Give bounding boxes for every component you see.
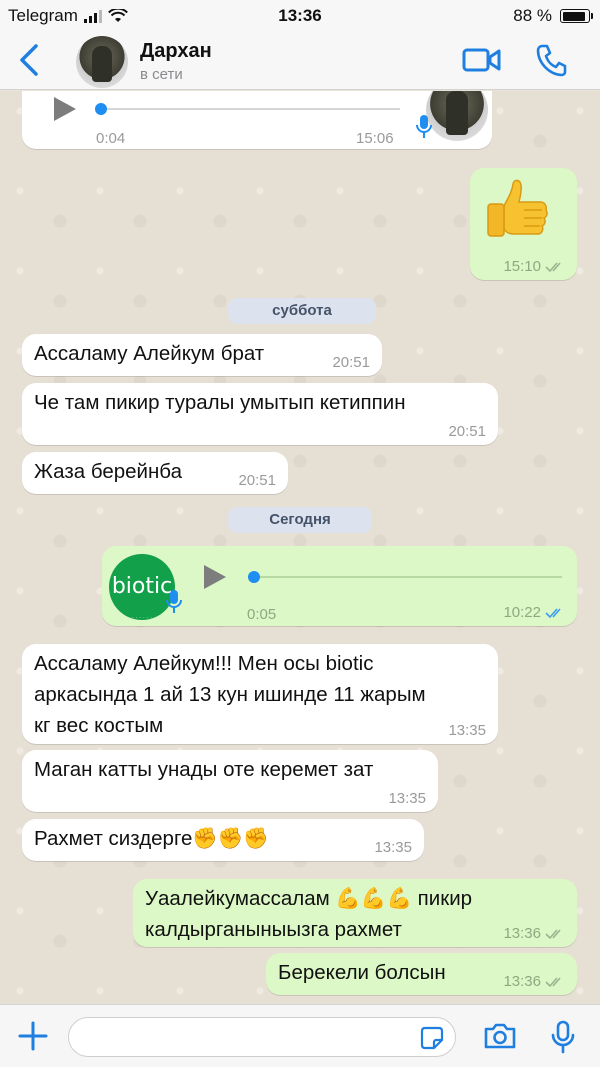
voice-call-button[interactable] [535, 43, 567, 82]
message-text: Че там пикир туралы умытып кетиппин [34, 391, 406, 414]
message-time: 15:06 [356, 130, 394, 147]
contact-status: в сети [140, 66, 183, 83]
chevron-left-icon [20, 44, 38, 76]
double-check-icon [545, 929, 561, 940]
voice-progress-track[interactable] [254, 576, 562, 578]
message-meta: 10:22 [503, 605, 565, 621]
voice-duration: 0:05 [247, 606, 277, 623]
voice-sender-avatar [426, 91, 488, 141]
message-incoming[interactable]: Маган катты унады оте керемет зат 13:35 [22, 750, 438, 812]
play-icon[interactable] [54, 97, 76, 121]
sticker-message-outgoing[interactable]: 15:10 [470, 168, 577, 280]
microphone-icon [551, 1020, 575, 1054]
message-time: 13:36 [503, 925, 541, 942]
message-text: Рахмет сиздерге✊✊✊ [34, 827, 269, 850]
message-text-line: Уаалейкумассалам 💪💪💪 пикир [145, 887, 473, 910]
camera-icon [484, 1023, 516, 1049]
message-time: 20:51 [332, 354, 370, 371]
message-time: 13:35 [388, 790, 426, 807]
video-camera-icon [462, 48, 501, 72]
message-text: Берекели болсын [278, 961, 446, 984]
thumbs-up-icon [487, 179, 548, 237]
message-text: Жаза берейнба [34, 460, 182, 483]
phone-icon [536, 44, 567, 77]
plus-icon [18, 1021, 48, 1051]
message-text-line: Ассаламу Алейкум!!! Мен осы biotic [34, 652, 374, 675]
message-time: 20:51 [238, 472, 276, 489]
date-separator: суббота [228, 298, 376, 324]
battery-percent: 88 % [513, 6, 552, 25]
double-check-icon [545, 262, 561, 273]
voice-record-button[interactable] [551, 1020, 575, 1059]
attach-button[interactable] [18, 1021, 48, 1056]
status-bar: Telegram 13:36 88 % [0, 0, 600, 32]
camera-button[interactable] [483, 1022, 517, 1055]
message-meta: 13:36 [503, 926, 565, 942]
message-meta: 13:36 [503, 974, 565, 990]
clock: 13:36 [278, 6, 322, 25]
microphone-icon [416, 115, 432, 138]
message-meta: 15:10 [503, 259, 565, 275]
message-text-line: калдырганыныызга рахмет [145, 918, 402, 941]
play-icon[interactable] [204, 565, 226, 589]
message-text-line: кг вес костым [34, 714, 164, 737]
message-time: 13:35 [448, 722, 486, 739]
message-text: Ассаламу Алейкум брат [34, 342, 265, 365]
back-button[interactable] [14, 42, 44, 78]
double-check-read-icon [545, 608, 561, 619]
sticker-icon [420, 1026, 444, 1050]
double-check-icon [545, 977, 561, 988]
message-incoming[interactable]: Жаза берейнба 20:51 [22, 452, 288, 494]
voice-progress-track[interactable] [100, 108, 400, 110]
message-time: 13:36 [503, 973, 541, 990]
status-right: 88 % [513, 6, 593, 26]
voice-message-outgoing[interactable]: biotic · · · · · · 0:05 10:22 [102, 546, 577, 626]
message-text-line: аркасында 1 ай 13 кун ишинде 11 жарым [34, 683, 426, 706]
message-text: Маган катты унады оте керемет зат [34, 758, 374, 781]
message-incoming[interactable]: Че там пикир туралы умытып кетиппин 20:5… [22, 383, 498, 445]
message-time: 20:51 [448, 423, 486, 440]
voice-progress-knob[interactable] [95, 103, 107, 115]
contact-avatar[interactable] [76, 36, 128, 88]
chat-header: Дархан в сети [0, 32, 600, 90]
message-time: 15:10 [503, 258, 541, 275]
message-time: 10:22 [503, 604, 541, 621]
voice-progress-knob[interactable] [248, 571, 260, 583]
voice-message-incoming[interactable]: 0:04 15:06 [22, 91, 492, 149]
message-input[interactable] [68, 1017, 456, 1057]
message-input-bar [0, 1004, 600, 1067]
video-call-button[interactable] [462, 46, 502, 79]
message-outgoing[interactable]: Уаалейкумассалам 💪💪💪 пикир калдырганыныы… [133, 879, 577, 947]
chat-area[interactable]: 0:04 15:06 15:10 суббота Ассаламу Алейку… [0, 91, 600, 1004]
message-incoming[interactable]: Ассаламу Алейкум брат 20:51 [22, 334, 382, 376]
voice-duration: 0:04 [96, 130, 126, 147]
contact-name[interactable]: Дархан [140, 40, 212, 63]
date-separator: Сегодня [228, 507, 372, 533]
message-incoming[interactable]: Рахмет сиздерге✊✊✊ 13:35 [22, 819, 424, 861]
message-time: 13:35 [374, 839, 412, 856]
battery-icon [560, 9, 593, 23]
message-outgoing[interactable]: Берекели болсын 13:36 [266, 953, 577, 995]
microphone-icon [166, 590, 182, 613]
sticker-button[interactable] [420, 1026, 444, 1055]
message-incoming[interactable]: Ассаламу Алейкум!!! Мен осы biotic аркас… [22, 644, 498, 744]
